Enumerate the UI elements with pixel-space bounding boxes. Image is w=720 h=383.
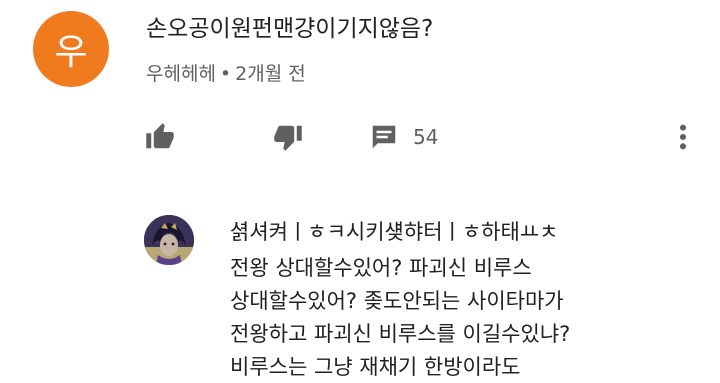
reply-author[interactable]: 셝셔켜ㅣㅎㅋ시키섖햐터ㅣㅎ하태ㅛㅊ <box>230 218 558 246</box>
reply-text-line: 전왕 상대할수있어? 파괴신 비루스 <box>230 256 532 280</box>
reply-comment-icon <box>372 125 396 149</box>
reply-text: 전왕 상대할수있어? 파괴신 비루스 상대할수있어? 좆도안되는 사이타마가 전… <box>230 252 700 383</box>
avatar-letter: 우 <box>54 32 88 73</box>
reply-text-line: 전왕하고 파괴신 비루스를 이길수있냐? <box>230 322 571 346</box>
comment-actions: 54 <box>0 117 720 157</box>
avatar[interactable]: 우 <box>33 11 109 87</box>
comment-thread: 우 손오공이원펀맨걍이기지않음? 우헤헤헤 • 2개월 전 54 셝셔켜ㅣㅎㅋ시… <box>0 0 720 383</box>
reply-text-line: 비루스는 그냥 재채기 한방이라도 <box>230 355 521 379</box>
comment-time: 2개월 전 <box>235 63 306 85</box>
reply-avatar[interactable] <box>144 215 194 265</box>
comment-author[interactable]: 우헤헤헤 <box>146 63 216 85</box>
reply-text-line: 상대할수있어? 좆도안되는 사이타마가 <box>230 289 564 313</box>
comment-meta: 우헤헤헤 • 2개월 전 <box>146 61 306 87</box>
thumbs-down-icon <box>274 125 302 151</box>
reply-count[interactable]: 54 <box>413 123 438 151</box>
avatar-image <box>144 215 194 265</box>
thumbs-up-icon <box>146 123 174 149</box>
meta-separator: • <box>219 63 232 85</box>
reply-button[interactable] <box>368 121 400 153</box>
more-vertical-icon <box>679 124 687 150</box>
like-button[interactable] <box>144 121 176 153</box>
more-options-button[interactable] <box>667 121 699 153</box>
comment-text: 손오공이원펀맨걍이기지않음? <box>146 16 434 42</box>
dislike-button[interactable] <box>272 121 304 153</box>
